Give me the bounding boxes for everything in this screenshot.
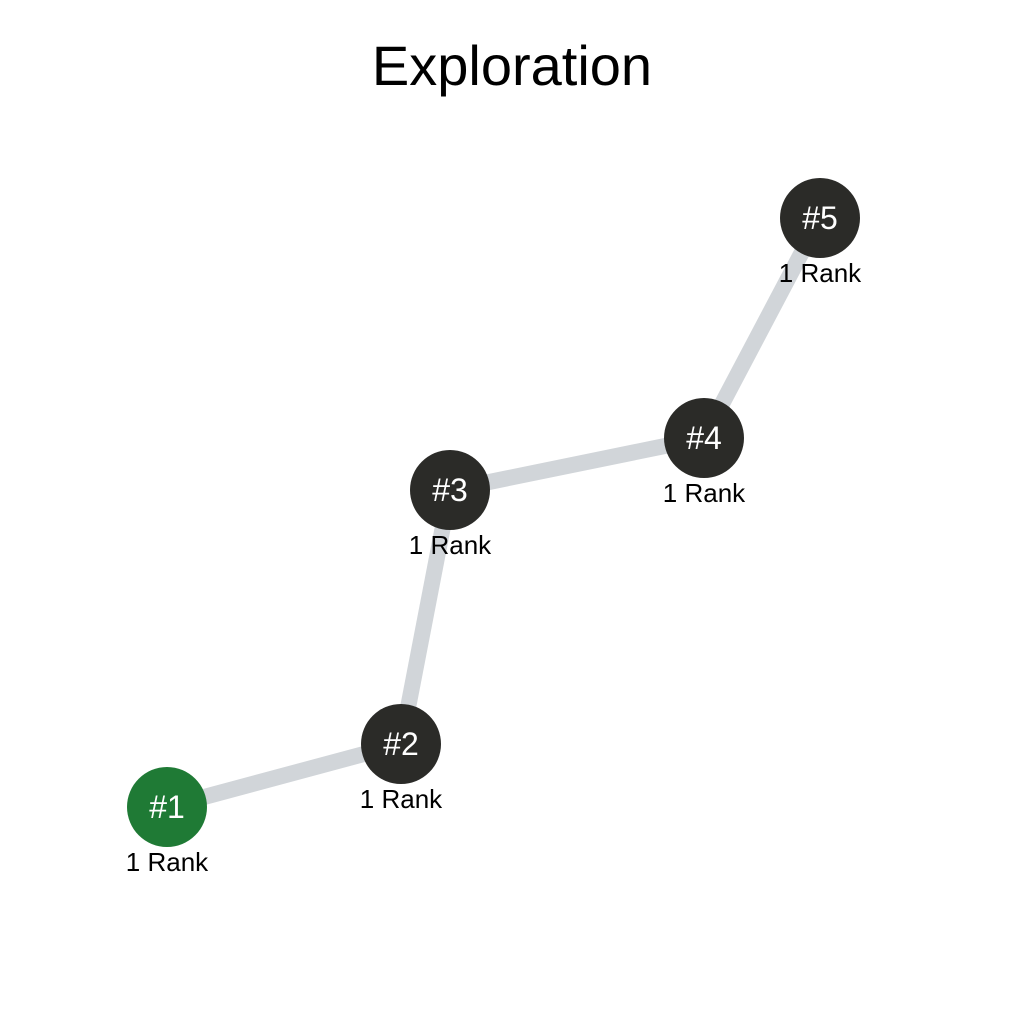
node-1[interactable]: #1 1 Rank bbox=[126, 767, 209, 877]
node-label: #1 bbox=[149, 789, 185, 825]
nodes-layer: #1 1 Rank #2 1 Rank #3 1 Rank #4 1 Rank #5 1 Rank bbox=[126, 178, 862, 877]
node-rank-label: 1 Rank bbox=[126, 847, 209, 877]
node-4[interactable]: #4 1 Rank bbox=[663, 398, 746, 508]
node-label: #5 bbox=[802, 200, 838, 236]
node-2[interactable]: #2 1 Rank bbox=[360, 704, 443, 814]
node-label: #2 bbox=[383, 726, 419, 762]
exploration-tree: #1 1 Rank #2 1 Rank #3 1 Rank #4 1 Rank #5 1 Rank bbox=[126, 178, 862, 877]
node-rank-label: 1 Rank bbox=[409, 530, 492, 560]
node-rank-label: 1 Rank bbox=[663, 478, 746, 508]
node-rank-label: 1 Rank bbox=[779, 258, 862, 288]
edges-layer bbox=[164, 214, 828, 815]
node-3[interactable]: #3 1 Rank bbox=[409, 450, 492, 560]
node-rank-label: 1 Rank bbox=[360, 784, 443, 814]
node-label: #4 bbox=[686, 420, 722, 456]
node-5[interactable]: #5 1 Rank bbox=[779, 178, 862, 288]
node-label: #3 bbox=[432, 472, 468, 508]
